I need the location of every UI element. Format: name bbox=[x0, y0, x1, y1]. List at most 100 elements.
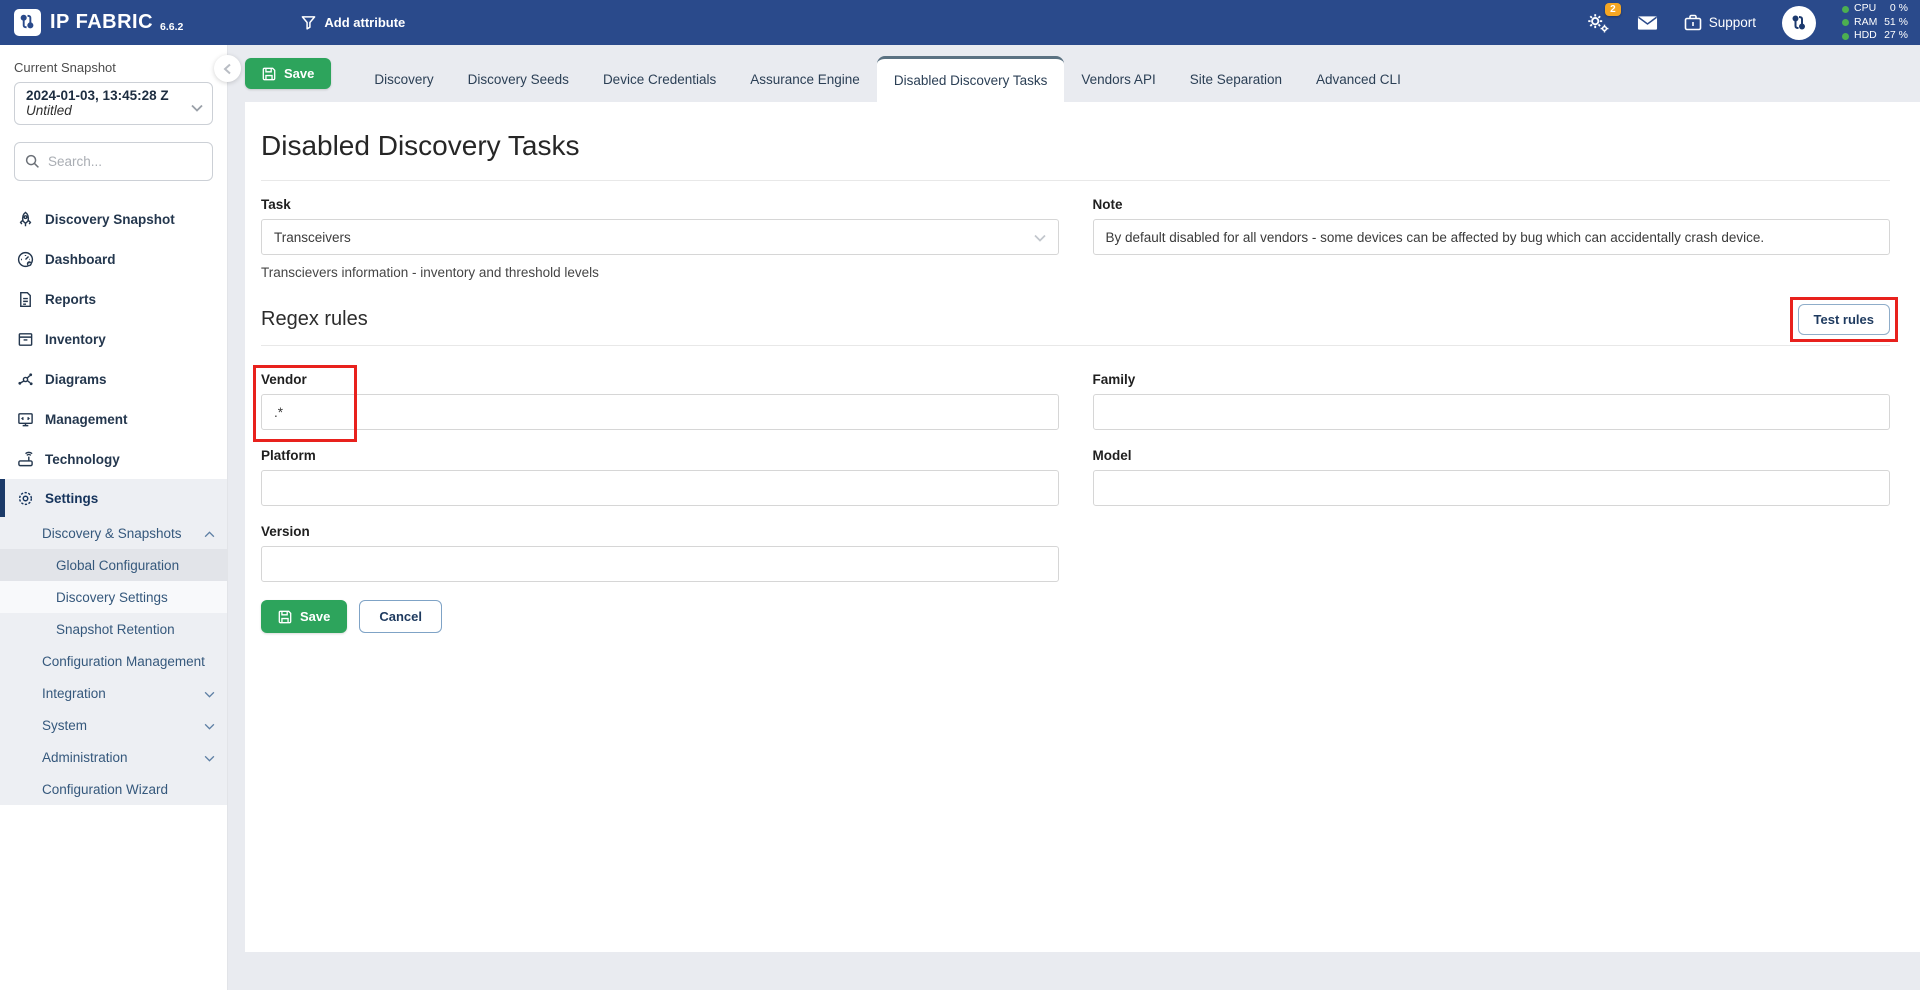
sidebar-item-label: Discovery Snapshot bbox=[45, 212, 175, 227]
platform-field-group: Platform bbox=[261, 448, 1059, 506]
rocket-icon bbox=[17, 211, 34, 228]
tab-discovery[interactable]: Discovery bbox=[357, 56, 450, 102]
search-input[interactable] bbox=[48, 154, 198, 169]
filter-icon bbox=[301, 15, 316, 30]
main-content: Save Discovery Discovery Seeds Device Cr… bbox=[229, 45, 1920, 990]
chevron-down-icon bbox=[191, 99, 203, 117]
chevron-down-icon bbox=[204, 750, 215, 765]
sidebar-item-diagrams[interactable]: Diagrams bbox=[0, 359, 227, 399]
sidebar-item-reports[interactable]: Reports bbox=[0, 279, 227, 319]
tab-label: Assurance Engine bbox=[750, 72, 860, 87]
hdd-stat: HDD 27 % bbox=[1842, 29, 1908, 43]
tab-discovery-seeds[interactable]: Discovery Seeds bbox=[451, 56, 586, 102]
tab-advanced-cli[interactable]: Advanced CLI bbox=[1299, 56, 1418, 102]
vendor-input[interactable] bbox=[261, 394, 1059, 430]
submenu-label: Integration bbox=[42, 686, 106, 701]
submenu-label: Configuration Management bbox=[42, 654, 205, 669]
sidebar-item-label: Technology bbox=[45, 452, 120, 467]
mail-icon bbox=[1637, 15, 1658, 31]
submenu-global-configuration[interactable]: Global Configuration bbox=[0, 549, 227, 581]
task-label: Task bbox=[261, 197, 1059, 212]
hdd-value: 27 % bbox=[1884, 29, 1908, 43]
submenu-discovery-settings[interactable]: Discovery Settings bbox=[0, 581, 227, 613]
cpu-label: CPU bbox=[1854, 2, 1876, 16]
submenu-label: Snapshot Retention bbox=[56, 622, 175, 637]
sidebar-item-discovery-snapshot[interactable]: Discovery Snapshot bbox=[0, 199, 227, 239]
title-divider bbox=[261, 180, 1890, 181]
test-rules-highlight-annotation: Test rules bbox=[1790, 297, 1898, 342]
save-button-top[interactable]: Save bbox=[245, 58, 331, 89]
hdd-status-dot bbox=[1842, 33, 1849, 40]
system-settings-button[interactable]: 2 bbox=[1585, 11, 1611, 35]
chevron-down-icon bbox=[204, 686, 215, 701]
model-field-group: Model bbox=[1093, 448, 1891, 506]
snapshot-name: Untitled bbox=[26, 103, 186, 118]
ram-status-dot bbox=[1842, 19, 1849, 26]
user-avatar[interactable] bbox=[1782, 6, 1816, 40]
platform-input[interactable] bbox=[261, 470, 1059, 506]
submenu-system[interactable]: System bbox=[0, 709, 227, 741]
cancel-button[interactable]: Cancel bbox=[359, 600, 442, 633]
save-button-label: Save bbox=[300, 609, 330, 624]
regex-rules-title: Regex rules bbox=[261, 308, 368, 331]
chevron-down-icon bbox=[1034, 230, 1046, 245]
note-label: Note bbox=[1093, 197, 1891, 212]
submenu-label: Administration bbox=[42, 750, 128, 765]
submenu-configuration-wizard[interactable]: Configuration Wizard bbox=[0, 773, 227, 805]
app-header: IP FABRIC 6.6.2 Add attribute 2 Support bbox=[0, 0, 1920, 45]
sidebar: Current Snapshot 2024-01-03, 13:45:28 Z … bbox=[0, 45, 228, 990]
add-attribute-label: Add attribute bbox=[324, 15, 405, 30]
version-input[interactable] bbox=[261, 546, 1059, 582]
app-logo[interactable]: IP FABRIC 6.6.2 bbox=[14, 9, 183, 36]
sidebar-item-label: Diagrams bbox=[45, 372, 107, 387]
current-snapshot-label: Current Snapshot bbox=[14, 60, 213, 75]
submenu-integration[interactable]: Integration bbox=[0, 677, 227, 709]
submenu-configuration-management[interactable]: Configuration Management bbox=[0, 645, 227, 677]
submenu-label: Discovery Settings bbox=[56, 590, 168, 605]
hdd-label: HDD bbox=[1854, 29, 1877, 43]
family-input[interactable] bbox=[1093, 394, 1891, 430]
cpu-status-dot bbox=[1842, 6, 1849, 13]
cpu-stat: CPU 0 % bbox=[1842, 2, 1908, 16]
submenu-administration[interactable]: Administration bbox=[0, 741, 227, 773]
model-input[interactable] bbox=[1093, 470, 1891, 506]
ram-stat: RAM 51 % bbox=[1842, 16, 1908, 30]
sidebar-item-management[interactable]: Management bbox=[0, 399, 227, 439]
ipfabric-logo-icon bbox=[14, 9, 41, 36]
submenu-label: System bbox=[42, 718, 87, 733]
sidebar-item-dashboard[interactable]: Dashboard bbox=[0, 239, 227, 279]
submenu-label: Discovery & Snapshots bbox=[42, 526, 182, 541]
submenu-snapshot-retention[interactable]: Snapshot Retention bbox=[0, 613, 227, 645]
support-label: Support bbox=[1709, 15, 1756, 30]
sidebar-item-inventory[interactable]: Inventory bbox=[0, 319, 227, 359]
tab-vendors-api[interactable]: Vendors API bbox=[1064, 56, 1172, 102]
page-title: Disabled Discovery Tasks bbox=[261, 130, 1890, 162]
tab-label: Discovery Seeds bbox=[468, 72, 569, 87]
task-select[interactable]: Transceivers bbox=[261, 219, 1059, 255]
snapshot-date: 2024-01-03, 13:45:28 Z bbox=[26, 88, 186, 103]
sidebar-item-technology[interactable]: Technology bbox=[0, 439, 227, 479]
tab-disabled-discovery-tasks[interactable]: Disabled Discovery Tasks bbox=[877, 56, 1065, 102]
messages-button[interactable] bbox=[1637, 15, 1658, 31]
sidebar-item-label: Management bbox=[45, 412, 128, 427]
tab-site-separation[interactable]: Site Separation bbox=[1173, 56, 1299, 102]
settings-tab-bar: Save Discovery Discovery Seeds Device Cr… bbox=[229, 45, 1920, 102]
snapshot-select[interactable]: 2024-01-03, 13:45:28 Z Untitled bbox=[14, 82, 213, 125]
support-button[interactable]: Support bbox=[1684, 14, 1756, 31]
save-button-form[interactable]: Save bbox=[261, 600, 347, 633]
sidebar-item-label: Inventory bbox=[45, 332, 106, 347]
chevron-down-icon bbox=[204, 718, 215, 733]
note-input[interactable] bbox=[1093, 219, 1891, 255]
save-icon bbox=[278, 610, 292, 624]
version-label: Version bbox=[261, 524, 1059, 539]
sidebar-search[interactable] bbox=[14, 142, 213, 181]
tab-assurance-engine[interactable]: Assurance Engine bbox=[733, 56, 877, 102]
submenu-discovery-and-snapshots[interactable]: Discovery & Snapshots bbox=[0, 517, 227, 549]
sidebar-item-settings[interactable]: Settings bbox=[0, 479, 227, 517]
disabled-discovery-tasks-panel: Disabled Discovery Tasks Task Transceive… bbox=[245, 102, 1920, 952]
test-rules-button[interactable]: Test rules bbox=[1798, 304, 1890, 335]
app-version: 6.6.2 bbox=[160, 21, 183, 33]
sidebar-collapse-button[interactable] bbox=[214, 55, 241, 82]
tab-device-credentials[interactable]: Device Credentials bbox=[586, 56, 733, 102]
add-attribute-button[interactable]: Add attribute bbox=[301, 15, 405, 30]
